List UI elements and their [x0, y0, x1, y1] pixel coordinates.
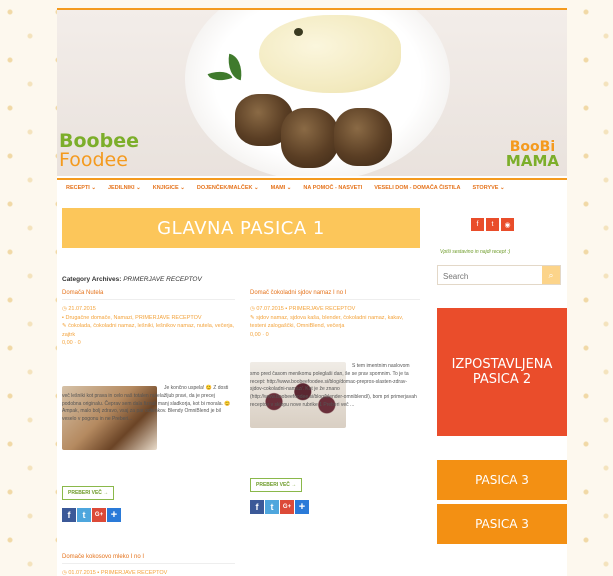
post-category[interactable]: PRIMERJAVE RECEPTOV: [289, 306, 355, 312]
post-meta: ◷ 07.07.2015 ▪ PRIMERJAVE RECEPTOV ✎ sjd…: [250, 305, 420, 339]
share-buttons: f t G+ +: [62, 508, 121, 522]
nav-item-jedilniki[interactable]: JEDILNIKI ⌄: [108, 185, 141, 191]
patty-2: [281, 108, 339, 168]
post-title[interactable]: Domač čokoladni sjdov namaz I no I: [250, 290, 420, 300]
post-tags[interactable]: čokolada, čokoladni namaz, lešniki, lešn…: [62, 323, 234, 338]
nav-item-nasveti[interactable]: NA POMOČ - NASVETI: [303, 185, 362, 191]
site-logo[interactable]: Boobee Foodee: [59, 132, 139, 170]
promo-banner-3[interactable]: PASICA 3: [437, 460, 567, 500]
post-excerpt: Je končno uspela! 😊 Z dosti več lešniki …: [62, 385, 231, 422]
facebook-share-icon[interactable]: f: [250, 500, 264, 514]
main-banner[interactable]: GLAVNA PASICA 1: [62, 208, 420, 248]
twitter-share-icon[interactable]: t: [265, 500, 279, 514]
nav-item-storyve[interactable]: STORYVE ⌄: [472, 185, 504, 191]
post-category[interactable]: Drugačne domače, Namazi, PRIMERJAVE RECE…: [65, 315, 201, 321]
more-share-icon[interactable]: +: [107, 508, 121, 522]
read-more-button[interactable]: PREBERI VEČ →: [62, 486, 115, 500]
rss-icon[interactable]: ◉: [501, 218, 514, 231]
share-buttons: f t G+ +: [250, 500, 309, 514]
patty-3: [334, 108, 392, 166]
search-icon[interactable]: ⌕: [542, 266, 560, 284]
read-more-button[interactable]: PREBERI VEČ →: [250, 478, 303, 492]
twitter-icon[interactable]: t: [486, 218, 499, 231]
search-label: Vpiši sestavino in najdi recept :): [440, 249, 511, 255]
more-share-icon[interactable]: +: [295, 500, 309, 514]
post-date: 07.07.2015: [256, 306, 284, 312]
puree-shape: [259, 15, 401, 93]
search-box: ⌕: [437, 265, 561, 286]
twitter-share-icon[interactable]: t: [77, 508, 91, 522]
promo-banner-3-text: PASICA 3: [475, 473, 529, 487]
facebook-icon[interactable]: f: [471, 218, 484, 231]
nav-item-cistila[interactable]: VESELI DOM - DOMAČA ČISTILA: [374, 185, 460, 191]
archive-label: Category Archives:: [62, 276, 122, 283]
post-tags[interactable]: sjdov namaz, sjdova kaša, blender, čokol…: [250, 315, 403, 330]
puree-eye: [294, 28, 303, 36]
googleplus-share-icon[interactable]: G+: [280, 500, 294, 514]
logo-line-2: Foodee: [59, 149, 128, 171]
post-category[interactable]: PRIMERJAVE RECEPTOV: [101, 570, 167, 576]
nav-item-knjigice[interactable]: KNJIGICE ⌄: [153, 185, 185, 191]
post-excerpt: S tem imentnim naslovom smo pred časom m…: [250, 363, 417, 408]
googleplus-share-icon[interactable]: G+: [92, 508, 106, 522]
post-meta: ◷ 21.07.2015 ▪ Drugačne domače, Namazi, …: [62, 305, 235, 348]
main-navigation: RECEPTI ⌄ JEDILNIKI ⌄ KNJIGICE ⌄ DOJENČE…: [57, 178, 567, 196]
facebook-share-icon[interactable]: f: [62, 508, 76, 522]
archive-category: PRIMERJAVE RECEPTOV: [123, 276, 202, 283]
post-date: 01.07.2015: [68, 570, 96, 576]
banner-text: GLAVNA PASICA 1: [157, 217, 325, 239]
post-date: 21.07.2015: [68, 306, 96, 312]
nav-item-mami[interactable]: MAMI ⌄: [271, 185, 292, 191]
social-icons: f t ◉: [471, 218, 514, 231]
archive-heading: Category Archives: PRIMERJAVE RECEPTOV: [62, 276, 202, 283]
header-image: Boobee Foodee BooBi MAMA: [57, 8, 567, 176]
promo-banner-2[interactable]: IZPOSTAVLJENA PASICA 2: [437, 308, 567, 436]
nav-item-recepti[interactable]: RECEPTI ⌄: [66, 185, 96, 191]
page-container: Boobee Foodee BooBi MAMA RECEPTI ⌄ JEDIL…: [57, 8, 567, 576]
post-title[interactable]: Domača Nutela: [62, 290, 235, 300]
logo-right-line-2: MAMA: [505, 152, 559, 170]
post-card: Domače kokosovo mleko I no I ◷ 01.07.201…: [62, 554, 235, 576]
promo-banner-2-text: IZPOSTAVLJENA PASICA 2: [451, 357, 553, 387]
promo-banner-4-text: PASICA 3: [475, 517, 529, 531]
post-card: Domača Nutela ◷ 21.07.2015 ▪ Drugačne do…: [62, 290, 235, 348]
nav-item-dojencek[interactable]: DOJENČEK/MALČEK ⌄: [197, 185, 259, 191]
boobi-mama-logo[interactable]: BooBi MAMA: [506, 140, 559, 169]
search-input[interactable]: [438, 267, 543, 286]
post-meta: ◷ 01.07.2015 ▪ PRIMERJAVE RECEPTOV: [62, 569, 235, 576]
post-card: Domač čokoladni sjdov namaz I no I ◷ 07.…: [250, 290, 420, 339]
post-title[interactable]: Domače kokosovo mleko I no I: [62, 554, 235, 564]
post-stats: 0,00 · 0: [250, 331, 269, 338]
promo-banner-4[interactable]: PASICA 3: [437, 504, 567, 544]
post-stats: 0,00 · 0: [62, 340, 81, 347]
